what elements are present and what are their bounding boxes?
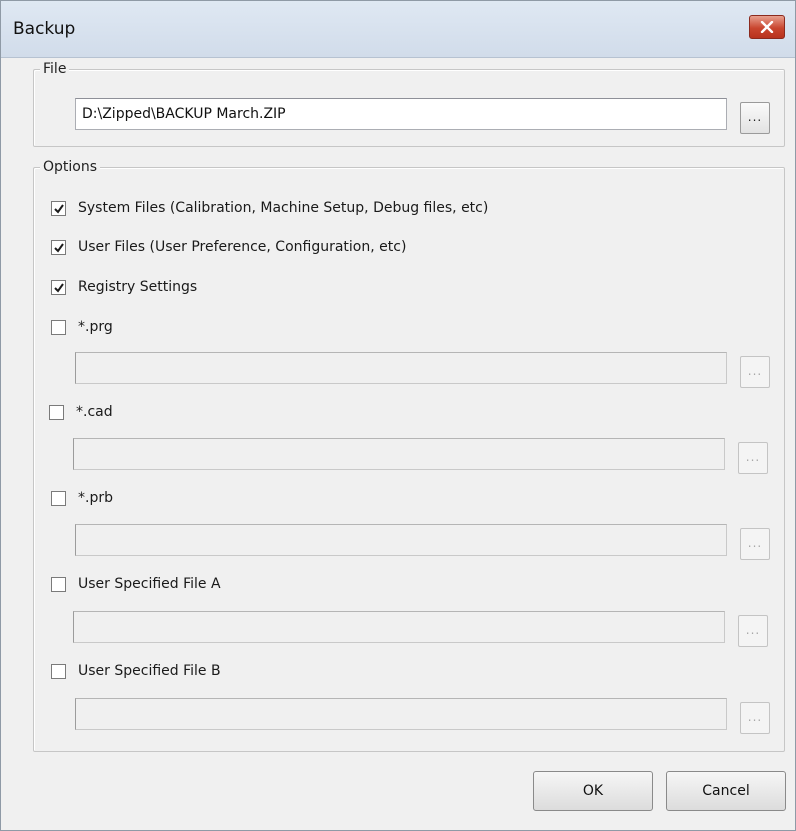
prb-path-input[interactable] [75, 524, 727, 556]
ok-button[interactable]: OK [533, 771, 653, 811]
user-file-b-path-input[interactable] [75, 698, 727, 730]
title-bar[interactable]: Backup [1, 1, 795, 58]
prg-label: *.prg [78, 319, 113, 335]
prb-browse-button[interactable]: ... [740, 528, 770, 560]
option-cad[interactable]: *.cad [49, 401, 113, 423]
cad-browse-button[interactable]: ... [738, 442, 768, 474]
cancel-button[interactable]: Cancel [666, 771, 786, 811]
user-files-checkbox[interactable] [51, 239, 66, 255]
user-file-b-label: User Specified File B [78, 663, 221, 679]
option-user-file-a[interactable]: User Specified File A [51, 573, 221, 595]
cad-checkbox[interactable] [49, 404, 64, 420]
prg-checkbox[interactable] [51, 319, 66, 335]
user-file-a-browse-button[interactable]: ... [738, 615, 768, 647]
user-files-label: User Files (User Preference, Configurati… [78, 239, 407, 255]
option-user-files[interactable]: User Files (User Preference, Configurati… [51, 236, 406, 258]
backup-file-path-input[interactable]: D:\Zipped\BACKUP March.ZIP [75, 98, 727, 130]
user-file-b-checkbox[interactable] [51, 663, 66, 679]
option-user-file-b[interactable]: User Specified File B [51, 660, 221, 682]
option-system-files[interactable]: System Files (Calibration, Machine Setup… [51, 197, 488, 219]
system-files-label: System Files (Calibration, Machine Setup… [78, 200, 489, 216]
file-group-legend: File [40, 59, 70, 79]
option-prb[interactable]: *.prb [51, 487, 113, 509]
cad-path-input[interactable] [73, 438, 725, 470]
registry-settings-checkbox[interactable] [51, 279, 66, 295]
prg-path-input[interactable] [75, 352, 727, 384]
checkmark-icon [54, 282, 64, 293]
registry-settings-label: Registry Settings [78, 279, 198, 295]
user-file-b-browse-button[interactable]: ... [740, 702, 770, 734]
option-registry-settings[interactable]: Registry Settings [51, 276, 197, 298]
cad-label: *.cad [76, 404, 113, 420]
system-files-checkbox[interactable] [51, 200, 66, 216]
backup-dialog: Backup File D:\Zipped\BACKUP March.ZIP .… [0, 0, 796, 831]
user-file-a-path-input[interactable] [73, 611, 725, 643]
checkmark-icon [54, 242, 64, 253]
user-file-a-label: User Specified File A [78, 576, 221, 592]
prb-checkbox[interactable] [51, 490, 66, 506]
window-title: Backup [13, 19, 76, 39]
backup-file-browse-button[interactable]: ... [740, 102, 770, 134]
options-group-legend: Options [40, 157, 101, 177]
option-prg[interactable]: *.prg [51, 316, 113, 338]
prb-label: *.prb [78, 490, 113, 506]
user-file-a-checkbox[interactable] [51, 576, 66, 592]
close-x-icon [760, 21, 774, 33]
checkmark-icon [54, 203, 64, 214]
prg-browse-button[interactable]: ... [740, 356, 770, 388]
close-button[interactable] [749, 15, 785, 39]
